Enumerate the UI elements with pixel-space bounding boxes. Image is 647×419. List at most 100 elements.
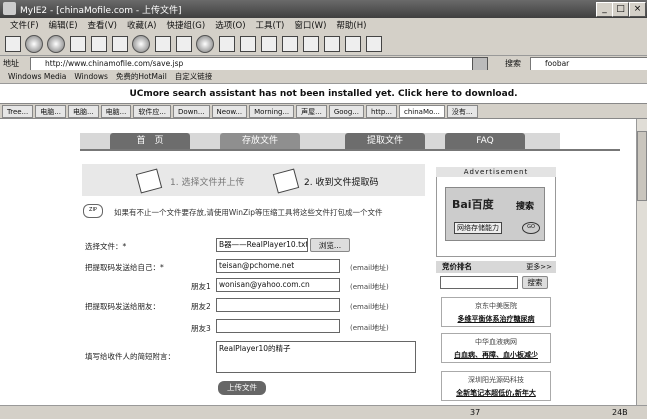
friend2-email-input[interactable] xyxy=(216,298,340,312)
friends-email-label: 把提取码发送给朋友： xyxy=(85,302,160,311)
file-path-input[interactable]: B器——RealPlayer10.txt xyxy=(216,238,308,252)
tab-item[interactable]: Tree... xyxy=(2,104,34,118)
menu-tools[interactable]: 工具(T) xyxy=(256,19,285,31)
link-windows-media[interactable]: Windows Media xyxy=(8,72,66,81)
window-title: MyIE2 - [chinaMofile.com - 上传文件] xyxy=(20,6,182,16)
tab-item[interactable]: 声屋... xyxy=(296,104,327,118)
friend2-label: 朋友2 xyxy=(191,302,211,311)
tab-item[interactable]: Down... xyxy=(173,104,210,118)
friend1-email-input[interactable]: wonisan@yahoo.com.cn xyxy=(216,278,340,292)
scrollbar-thumb[interactable] xyxy=(637,131,647,201)
menu-file[interactable]: 文件(F) xyxy=(10,19,39,31)
rank-title: 竞价排名 xyxy=(442,262,472,271)
menu-favorites[interactable]: 收藏(A) xyxy=(127,19,156,31)
friend2-email-note: (email地址) xyxy=(350,303,389,311)
proxy-icon[interactable] xyxy=(345,35,361,52)
tab-item[interactable]: 没有... xyxy=(446,104,478,118)
tab-item-active[interactable]: chinaMo... xyxy=(398,104,445,118)
nav-faq[interactable]: FAQ xyxy=(445,133,525,149)
zip-icon: ZIP xyxy=(83,204,106,221)
friend1-label: 朋友1 xyxy=(191,282,211,291)
vertical-scrollbar[interactable] xyxy=(636,119,647,405)
tab-item[interactable]: 电脑... xyxy=(100,104,132,118)
rank-search-input[interactable] xyxy=(440,276,518,289)
tab-item[interactable]: 电脑... xyxy=(35,104,66,118)
link-windows[interactable]: Windows xyxy=(74,72,107,81)
menu-help[interactable]: 帮助(H) xyxy=(336,19,366,31)
forward-icon[interactable] xyxy=(47,34,65,53)
side-ad[interactable]: 中华血液病网 白血病、再障、血小板减少 xyxy=(441,333,551,363)
side-ad-text[interactable]: 多维平衡体系治疗糖尿病 xyxy=(442,314,550,324)
home-icon[interactable] xyxy=(112,35,128,52)
edit-icon[interactable] xyxy=(366,35,382,52)
upload-step-icon xyxy=(135,168,163,194)
browse-button[interactable]: 浏览... xyxy=(310,238,350,252)
menu-view[interactable]: 查看(V) xyxy=(88,19,117,31)
side-ad-text[interactable]: 全新笔记本超低价,新年大 xyxy=(442,388,550,398)
link-custom[interactable]: 自定义链接 xyxy=(175,71,213,82)
baidu-ad[interactable]: Bai百度 搜索 网络存储能力 GO xyxy=(445,187,545,241)
favorites-icon[interactable] xyxy=(155,35,171,52)
friend3-email-note: (email地址) xyxy=(350,324,389,332)
go-icon[interactable] xyxy=(472,57,488,71)
rank-search-button[interactable]: 搜索 xyxy=(522,276,548,289)
stop-icon[interactable] xyxy=(70,35,86,52)
window-icon[interactable] xyxy=(219,35,235,52)
friend1-email-note: (email地址) xyxy=(350,283,389,291)
install-notice[interactable]: UCmore search assistant has not been ins… xyxy=(0,84,647,104)
tile-icon[interactable] xyxy=(324,35,340,52)
side-ad-name: 京东中美医院 xyxy=(475,302,517,310)
print-icon[interactable] xyxy=(261,35,277,52)
search-icon[interactable] xyxy=(132,34,150,53)
tab-item[interactable]: Goog... xyxy=(328,104,364,118)
groups-icon[interactable] xyxy=(240,35,256,52)
menu-groups[interactable]: 快捷组(G) xyxy=(166,19,205,31)
self-email-input[interactable]: teisan@pchome.net xyxy=(216,259,340,273)
maximize-button[interactable]: □ xyxy=(612,2,629,17)
search-input[interactable]: foobar xyxy=(530,57,647,71)
tab-item[interactable]: Morning... xyxy=(249,104,295,118)
copy-icon[interactable] xyxy=(303,35,319,52)
side-ad[interactable]: 深圳阳光源码科技 全新笔记本超低价,新年大 xyxy=(441,371,551,401)
nav-home[interactable]: 首 页 xyxy=(110,133,190,149)
back-icon[interactable] xyxy=(25,34,43,53)
address-label: 地址 xyxy=(3,59,19,68)
tab-bar: Tree... 电脑... 电脑... 电脑... 软件应... Down...… xyxy=(0,104,647,119)
tab-item[interactable]: http... xyxy=(365,104,397,118)
message-textarea[interactable]: RealPlayer10的精子 xyxy=(216,341,416,373)
baidu-go-icon: GO xyxy=(522,222,540,234)
rank-more-link[interactable]: 更多>> xyxy=(526,261,552,273)
status-count: 37 xyxy=(470,408,481,417)
self-email-note: (email地址) xyxy=(350,264,389,272)
tip-text: 如果有不止一个文件要存放,请使用WinZip等压缩工具将这些文件打包成一个文件 xyxy=(114,208,383,217)
close-button[interactable]: × xyxy=(629,2,646,17)
link-hotmail[interactable]: 免费的HotMail xyxy=(116,71,167,82)
menu-window[interactable]: 窗口(W) xyxy=(294,19,326,31)
baidu-search-text: 搜索 xyxy=(516,202,535,212)
baidu-logo: Bai百度 xyxy=(452,198,494,211)
side-ad[interactable]: 京东中美医院 多维平衡体系治疗糖尿病 xyxy=(441,297,551,327)
address-input[interactable]: http://www.chinamofile.com/save.jsp xyxy=(30,57,486,71)
tab-item[interactable]: 电脑... xyxy=(67,104,99,118)
nav-retrieve-file[interactable]: 提取文件 xyxy=(345,133,425,149)
tab-item[interactable]: 软件应... xyxy=(133,104,172,118)
upload-button[interactable]: 上传文件 xyxy=(218,381,266,395)
side-ad-text[interactable]: 白血病、再障、血小板减少 xyxy=(442,350,550,360)
tab-item[interactable]: Neow... xyxy=(211,104,248,118)
title-bar: MyIE2 - [chinaMofile.com - 上传文件] _ □ × xyxy=(0,0,647,18)
menu-options[interactable]: 选项(O) xyxy=(215,19,245,31)
globe-icon[interactable] xyxy=(196,34,214,53)
menu-edit[interactable]: 编辑(E) xyxy=(49,19,78,31)
minimize-button[interactable]: _ xyxy=(596,2,613,17)
friend3-email-input[interactable] xyxy=(216,319,340,333)
status-speed: 24B xyxy=(612,408,628,417)
nav-store-file[interactable]: 存放文件 xyxy=(220,133,300,149)
page-content: 首 页 存放文件 提取文件 FAQ 1. 选择文件并上传 2. 收到文件提取码 … xyxy=(0,119,636,405)
new-page-icon[interactable] xyxy=(5,35,21,52)
baidu-slogan: 网络存储能力 xyxy=(454,222,502,234)
zip-icon-label: ZIP xyxy=(83,204,103,218)
undo-icon[interactable] xyxy=(282,35,298,52)
refresh-icon[interactable] xyxy=(91,35,107,52)
history-icon[interactable] xyxy=(176,35,192,52)
step2-text: 2. 收到文件提取码 xyxy=(304,178,379,188)
